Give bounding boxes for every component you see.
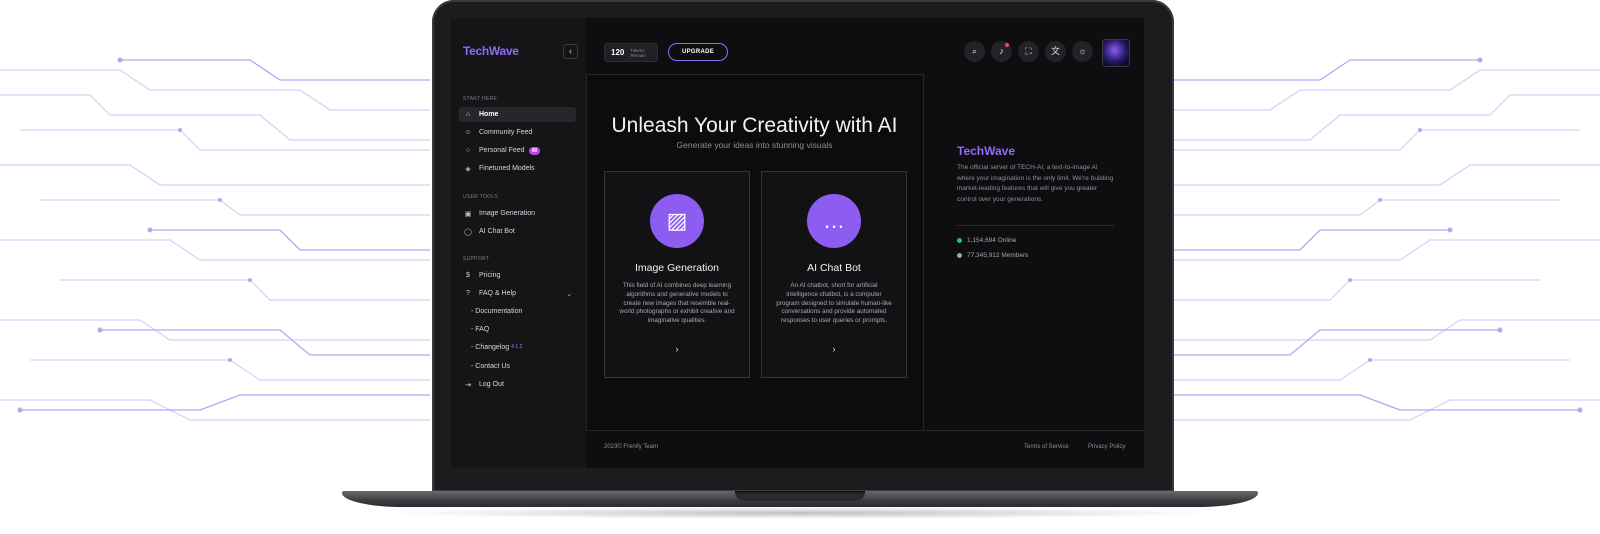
section-user-tools: USER TOOLS <box>463 194 499 200</box>
home-icon: ⌂ <box>465 111 471 118</box>
footer: 2023© Frenify Team Terms of Service Priv… <box>586 430 1144 468</box>
card-image-generation[interactable]: ▨ Image Generation This field of AI comb… <box>604 171 750 378</box>
avatar[interactable] <box>1102 39 1130 67</box>
sidebar-item-label: Image Generation <box>479 210 536 217</box>
sidebar-item-label: Log Out <box>479 381 504 388</box>
chevron-right-icon[interactable]: › <box>605 344 749 354</box>
sidebar-subitem-faq[interactable]: - FAQ <box>471 326 489 333</box>
notification-dot <box>1005 43 1009 47</box>
panel-description: The official server of TECH-AI, a text-t… <box>957 164 1114 203</box>
subitem-label: Documentation <box>475 308 523 315</box>
sidebar-item-community-feed[interactable]: ☺ Community Feed <box>459 125 576 140</box>
upgrade-button[interactable]: UPGRADE <box>668 43 728 61</box>
sidebar-item-pricing[interactable]: $ Pricing <box>459 268 576 283</box>
members-dot <box>957 253 962 258</box>
card-title: AI Chat Bot <box>807 262 861 274</box>
subitem-label: FAQ <box>475 326 490 333</box>
card-description: An AI chatbot, short for artificial inte… <box>776 282 892 325</box>
sidebar-subitem-changelog[interactable]: - Changelog 4.1.2 <box>471 344 522 351</box>
laptop-shadow <box>380 507 1220 519</box>
sidebar: TechWave ‹ START HERE ⌂ Home ☺ Community… <box>451 18 587 468</box>
sidebar-item-personal-feed[interactable]: ○ Personal Feed 48 <box>459 143 576 158</box>
tokens-counter: 120 Tokens Remain <box>604 43 658 62</box>
sidebar-item-label: FAQ & Help <box>479 290 516 297</box>
subitem-label: Contact Us <box>475 363 510 370</box>
sidebar-item-label: AI Chat Bot <box>479 228 515 235</box>
privacy-link[interactable]: Privacy Policy <box>1088 444 1125 450</box>
terms-link[interactable]: Terms of Service <box>1024 444 1069 450</box>
laptop-notch <box>735 491 865 501</box>
section-support: SUPPORT <box>463 256 490 262</box>
cube-icon: ◈ <box>465 165 471 173</box>
fullscreen-icon[interactable]: ⛶ <box>1018 41 1039 62</box>
online-label: 1,154,694 Online <box>967 237 1017 244</box>
subitem-label: Changelog <box>475 344 510 351</box>
online-dot <box>957 238 962 243</box>
notification-badge: 48 <box>528 146 541 155</box>
translate-icon[interactable]: 文 <box>1045 41 1066 62</box>
chevron-right-icon[interactable]: › <box>762 344 906 354</box>
logout-icon: ⇥ <box>465 381 471 389</box>
dollar-icon: $ <box>466 272 470 279</box>
members-label: 77,345,912 Members <box>967 252 1029 259</box>
sidebar-subitem-contact-us[interactable]: - Contact Us <box>471 363 510 370</box>
sidebar-item-finetuned-models[interactable]: ◈ Finetuned Models <box>459 161 576 176</box>
image-icon: ▣ <box>464 210 472 218</box>
sidebar-item-faq-help[interactable]: ? FAQ & Help ⌄ <box>459 286 576 301</box>
tokens-label: Tokens Remain <box>630 47 646 58</box>
copyright: 2023© Frenify Team <box>604 444 659 450</box>
top-bar: 120 Tokens Remain UPGRADE ⌕ ♪ ⛶ 文 ☼ <box>586 18 1144 75</box>
tokens-value: 120 <box>611 48 625 57</box>
help-icon: ? <box>466 290 470 297</box>
section-start-here: START HERE <box>463 96 498 102</box>
page-subtitle: Generate your ideas into stunning visual… <box>676 140 833 150</box>
sidebar-item-label: Finetuned Models <box>479 165 535 172</box>
user-icon: ○ <box>465 147 471 154</box>
card-title: Image Generation <box>634 262 720 274</box>
sun-icon[interactable]: ☼ <box>1072 41 1093 62</box>
page-title: Unleash Your Creativity with AI <box>611 114 898 137</box>
card-description: This field of AI combines deep learning … <box>619 282 735 325</box>
laptop-screen: TechWave ‹ START HERE ⌂ Home ☺ Community… <box>451 18 1144 468</box>
bell-icon[interactable]: ♪ <box>991 41 1012 62</box>
image-icon: ▨ <box>650 194 704 248</box>
info-panel: TechWave The official server of TECH-AI,… <box>923 74 1144 430</box>
members-count: 77,345,912 Members <box>957 252 1028 259</box>
card-ai-chat-bot[interactable]: … AI Chat Bot An AI chatbot, short for a… <box>761 171 907 378</box>
sidebar-item-label: Community Feed <box>479 129 533 136</box>
sidebar-item-label: Personal Feed <box>479 147 525 154</box>
collapse-sidebar-button[interactable]: ‹ <box>563 44 578 59</box>
users-icon: ☺ <box>464 129 472 136</box>
sidebar-item-label: Home <box>479 111 499 118</box>
search-icon[interactable]: ⌕ <box>964 41 985 62</box>
app-logo[interactable]: TechWave <box>463 44 519 58</box>
sidebar-item-ai-chat-bot[interactable]: ◯ AI Chat Bot <box>459 224 576 239</box>
chat-icon: ◯ <box>464 228 472 236</box>
sidebar-item-label: Pricing <box>479 272 501 279</box>
sidebar-item-image-generation[interactable]: ▣ Image Generation <box>459 206 576 221</box>
main-content: Unleash Your Creativity with AI Generate… <box>586 74 923 430</box>
panel-logo: TechWave <box>957 144 1016 158</box>
sidebar-subitem-documentation[interactable]: - Documentation <box>471 308 522 315</box>
online-count: 1,154,694 Online <box>957 237 1017 244</box>
divider <box>957 225 1114 226</box>
version-label: 4.1.2 <box>511 344 523 350</box>
sidebar-item-home[interactable]: ⌂ Home <box>459 107 576 122</box>
sidebar-item-log-out[interactable]: ⇥ Log Out <box>459 377 576 392</box>
chevron-down-icon: ⌄ <box>566 290 572 298</box>
chat-bubble-icon: … <box>807 194 861 248</box>
